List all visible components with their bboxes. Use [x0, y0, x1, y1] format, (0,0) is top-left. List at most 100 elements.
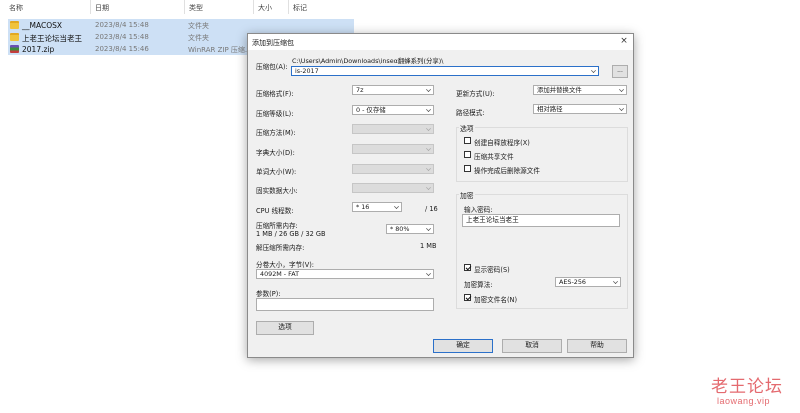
delete-after-option-label: 操作完成后删除源文件 — [474, 167, 540, 175]
format-value: 7z — [356, 86, 364, 94]
level-value: 0 - 仅存储 — [356, 106, 386, 114]
help-button[interactable]: 帮助 — [567, 339, 627, 353]
chevron-down-icon — [613, 279, 618, 284]
solid-combo[interactable] — [352, 183, 434, 193]
decompress-memory-value: 1 MB — [420, 242, 437, 250]
memory-label: 压缩所需内存: — [256, 222, 298, 230]
file-name: 2017.zip — [22, 45, 55, 54]
add-to-archive-dialog: 添加到压缩包 × 压缩包(A): C:\Users\Admin\Download… — [247, 33, 634, 358]
checkbox-checked[interactable] — [464, 264, 471, 271]
column-divider[interactable] — [184, 0, 185, 14]
update-label: 更新方式(U): — [456, 90, 495, 98]
explorer-header: 名称 日期 类型 大小 标记 — [0, 0, 800, 14]
chevron-down-icon — [426, 87, 431, 92]
method-label: 压缩方法(M): — [256, 129, 296, 137]
options-group-title: 选项 — [459, 123, 475, 133]
file-row[interactable]: __MACOSX 2023/8/4 15:48 文件夹 — [8, 19, 354, 31]
archive-name-combo[interactable]: is-2017 — [291, 66, 599, 76]
browse-button[interactable]: ... — [612, 65, 628, 78]
chevron-down-icon — [426, 271, 431, 276]
watermark-url: laowang.vip — [717, 396, 771, 406]
word-combo[interactable] — [352, 164, 434, 174]
watermark-logo: 老王论坛 — [711, 377, 783, 397]
close-icon[interactable]: × — [619, 36, 629, 47]
file-type: 文件夹 — [188, 34, 209, 42]
chevron-down-icon — [394, 204, 399, 209]
params-input[interactable] — [256, 298, 434, 311]
winrar-icon — [10, 45, 19, 53]
threads-value: * 16 — [356, 203, 370, 211]
chevron-down-icon — [619, 87, 624, 92]
file-date: 2023/8/4 15:48 — [95, 21, 149, 29]
chevron-down-icon — [591, 68, 596, 73]
path-mode-value: 相对路径 — [537, 105, 563, 113]
params-label: 参数(P): — [256, 290, 281, 298]
level-combo[interactable]: 0 - 仅存储 — [352, 105, 434, 115]
split-label: 分卷大小，字节(V): — [256, 261, 315, 269]
folder-icon — [10, 33, 19, 41]
decompress-memory-label: 解压缩所需内存: — [256, 244, 305, 252]
file-name: __MACOSX — [22, 21, 63, 30]
threads-combo[interactable]: * 16 — [352, 202, 402, 212]
file-date: 2023/8/4 15:48 — [95, 33, 149, 41]
encryption-method-label: 加密算法: — [464, 281, 493, 289]
column-date[interactable]: 日期 — [95, 3, 109, 13]
memory-value: 1 MB / 26 GB / 32 GB — [256, 230, 326, 238]
method-combo[interactable] — [352, 124, 434, 134]
password-input[interactable]: 上老王论坛当老王 — [462, 214, 620, 227]
encrypt-names-label: 加密文件名(N) — [474, 296, 518, 304]
format-label: 压缩格式(F): — [256, 90, 294, 98]
chevron-down-icon — [426, 107, 431, 112]
update-combo[interactable]: 添加并替换文件 — [533, 85, 627, 95]
checkbox-checked[interactable] — [464, 294, 471, 301]
dict-label: 字典大小(D): — [256, 149, 295, 157]
cancel-button[interactable]: 取消 — [502, 339, 562, 353]
dialog-titlebar[interactable]: 添加到压缩包 × — [248, 34, 633, 50]
ok-button[interactable]: 确定 — [433, 339, 493, 353]
column-divider[interactable] — [90, 0, 91, 14]
encryption-method-value: AES-256 — [559, 278, 586, 286]
chevron-down-icon — [619, 106, 624, 111]
path-mode-label: 路径模式: — [456, 109, 485, 117]
column-divider[interactable] — [253, 0, 254, 14]
chevron-down-icon — [426, 126, 431, 131]
update-value: 添加并替换文件 — [537, 86, 582, 94]
show-password-label: 显示密码(S) — [474, 266, 510, 274]
format-combo[interactable]: 7z — [352, 85, 434, 95]
memory-percent-value: * 80% — [390, 225, 410, 233]
checkbox[interactable] — [464, 151, 471, 158]
memory-percent-combo[interactable]: * 80% — [386, 224, 434, 234]
dialog-title: 添加到压缩包 — [252, 39, 294, 47]
archive-label: 压缩包(A): — [256, 63, 288, 71]
path-mode-combo[interactable]: 相对路径 — [533, 104, 627, 114]
column-size[interactable]: 大小 — [258, 3, 272, 13]
sfx-option-label: 创建自释放程序(X) — [474, 139, 530, 147]
chevron-down-icon — [426, 166, 431, 171]
split-combo[interactable]: 4092M - FAT — [256, 269, 434, 279]
chevron-down-icon — [426, 226, 431, 231]
column-type[interactable]: 类型 — [189, 3, 203, 13]
threads-total: / 16 — [425, 205, 438, 213]
checkbox[interactable] — [464, 165, 471, 172]
column-tag[interactable]: 标记 — [293, 3, 307, 13]
column-name[interactable]: 名称 — [9, 3, 23, 13]
column-divider[interactable] — [288, 0, 289, 14]
password-label: 输入密码: — [464, 206, 493, 214]
archive-path: C:\Users\Admin\Downloads\inseα翻蜂系列(分享)\ — [292, 57, 444, 65]
level-label: 压缩等级(L): — [256, 110, 294, 118]
file-type: 文件夹 — [188, 22, 209, 30]
encryption-method-combo[interactable]: AES-256 — [555, 277, 621, 287]
threads-label: CPU 线程数: — [256, 207, 294, 215]
chevron-down-icon — [426, 185, 431, 190]
shared-files-option-label: 压缩共享文件 — [474, 153, 514, 161]
solid-label: 固实数据大小: — [256, 187, 298, 195]
options-button[interactable]: 选项 — [256, 321, 314, 335]
word-label: 单词大小(W): — [256, 168, 297, 176]
archive-name-value: is-2017 — [295, 67, 319, 75]
encryption-group-title: 加密 — [459, 190, 475, 200]
chevron-down-icon — [426, 146, 431, 151]
checkbox[interactable] — [464, 137, 471, 144]
dict-combo[interactable] — [352, 144, 434, 154]
folder-icon — [10, 21, 19, 29]
file-type: WinRAR ZIP 压缩... — [188, 46, 252, 54]
